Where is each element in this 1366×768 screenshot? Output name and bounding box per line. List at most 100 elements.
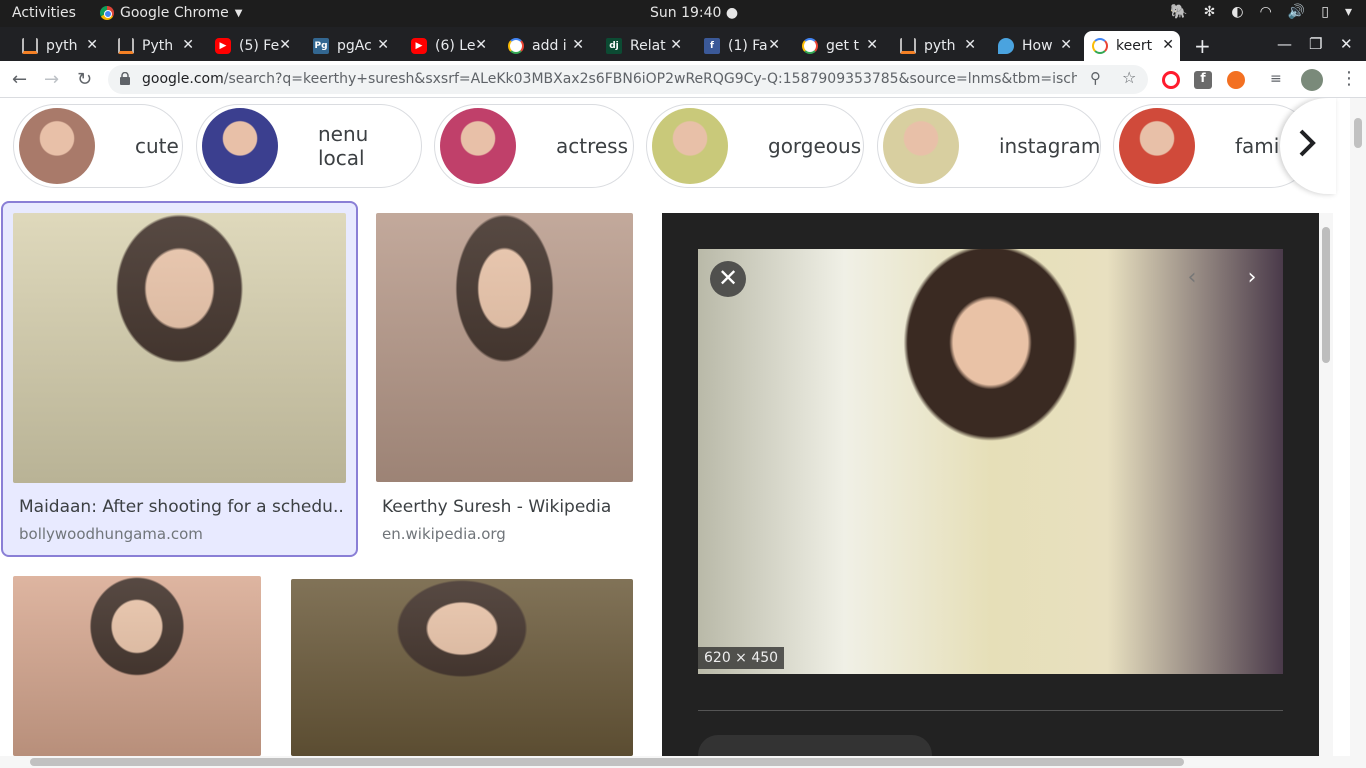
result-source: bollywoodhungama.com: [19, 525, 203, 543]
tab[interactable]: keert ✕: [1084, 31, 1180, 61]
stackoverflow-icon: [22, 38, 38, 54]
chip-nenu-local[interactable]: nenu local: [196, 104, 422, 188]
media-queue-icon[interactable]: ≡: [1270, 71, 1288, 89]
browser-toolbar: ← → ↻ google.com/search?q=keerthy+suresh…: [0, 61, 1366, 98]
battery-icon: ▯: [1321, 4, 1329, 20]
tab[interactable]: Pg pgAc ✕: [305, 31, 395, 61]
tab[interactable]: ▶ (6) Le ✕: [403, 31, 493, 61]
new-tab-icon[interactable]: +: [1194, 34, 1211, 58]
chip-thumbnail: [883, 108, 959, 184]
app-menu[interactable]: Google Chrome ▼: [100, 5, 242, 21]
postgres-icon[interactable]: 🐘: [1170, 4, 1187, 20]
facebook-extension-icon[interactable]: f: [1194, 71, 1212, 89]
power-menu-icon[interactable]: ▾: [1345, 4, 1352, 20]
chip-actress[interactable]: actress: [434, 104, 634, 188]
previous-arrow-icon[interactable]: ‹: [1178, 265, 1206, 293]
tab[interactable]: pyth ✕: [892, 31, 982, 61]
chip-instagram[interactable]: instagram: [877, 104, 1101, 188]
close-tab-icon[interactable]: ✕: [1060, 37, 1072, 53]
app-name: Google Chrome: [120, 5, 229, 21]
chip-label: nenu local: [318, 122, 369, 170]
url-text[interactable]: google.com/search?q=keerthy+suresh&sxsrf…: [142, 71, 1077, 87]
tab[interactable]: f (1) Fa ✕: [696, 31, 786, 61]
preview-image[interactable]: [698, 249, 1283, 674]
close-tab-icon[interactable]: ✕: [572, 37, 584, 53]
drop-icon: [998, 38, 1014, 54]
result-thumbnail[interactable]: [13, 213, 346, 483]
extension-icon[interactable]: [1227, 71, 1245, 89]
youtube-icon: ▶: [215, 38, 231, 54]
chip-gorgeous[interactable]: gorgeous: [646, 104, 864, 188]
clock[interactable]: Sun 19:40 ●: [650, 5, 738, 21]
chevron-right-icon: [1299, 129, 1316, 157]
stackoverflow-icon: [118, 38, 134, 54]
close-window-icon[interactable]: ✕: [1340, 35, 1353, 53]
chrome-menu-icon[interactable]: ⋮: [1340, 68, 1358, 89]
tab[interactable]: Pyth ✕: [110, 31, 200, 61]
tab[interactable]: pyth ✕: [14, 31, 104, 61]
chip-label: gorgeous: [768, 134, 862, 158]
close-tab-icon[interactable]: ✕: [279, 37, 291, 53]
stackoverflow-icon: [900, 38, 916, 54]
volume-icon: 🔊: [1287, 4, 1306, 20]
next-arrow-icon[interactable]: ›: [1238, 265, 1266, 293]
close-tab-icon[interactable]: ✕: [866, 37, 878, 53]
chip-label: actress: [556, 134, 629, 158]
bookmark-star-icon[interactable]: ☆: [1122, 68, 1136, 87]
minimize-icon[interactable]: —: [1277, 35, 1292, 53]
tab[interactable]: add i ✕: [500, 31, 590, 61]
tab-strip: pyth ✕ Pyth ✕ ▶ (5) Fe ✕ Pg pgAc ✕ ▶ (6) Le ✕ add i ✕ d…: [0, 27, 1366, 61]
forward-arrow-icon[interactable]: →: [44, 69, 59, 90]
google-icon: [802, 38, 818, 54]
preview-scrollbar-thumb[interactable]: [1322, 227, 1330, 363]
back-arrow-icon[interactable]: ←: [12, 69, 27, 90]
chip-thumbnail: [440, 108, 516, 184]
close-tab-icon[interactable]: ✕: [86, 37, 98, 53]
tab[interactable]: dj Relat ✕: [598, 31, 688, 61]
chip-thumbnail: [19, 108, 95, 184]
close-tab-icon[interactable]: ✕: [475, 37, 487, 53]
horizontal-scrollbar-thumb[interactable]: [30, 758, 1184, 766]
close-tab-icon[interactable]: ✕: [670, 37, 682, 53]
result-thumbnail[interactable]: [376, 213, 633, 482]
opera-extension-icon[interactable]: [1162, 71, 1180, 89]
tab[interactable]: ▶ (5) Fe ✕: [207, 31, 297, 61]
close-tab-icon[interactable]: ✕: [377, 37, 389, 53]
profile-avatar[interactable]: [1301, 69, 1323, 91]
chip-thumbnail: [652, 108, 728, 184]
page-horizontal-scrollbar[interactable]: [0, 756, 1366, 768]
result-source: en.wikipedia.org: [382, 525, 506, 543]
close-preview-icon[interactable]: ✕: [710, 261, 746, 297]
image-preview-panel: ✕ ‹ › 620 × 450: [662, 213, 1319, 768]
zoom-search-icon[interactable]: ⚲: [1090, 69, 1101, 87]
close-tab-icon[interactable]: ✕: [768, 37, 780, 53]
chip-thumbnail: [1119, 108, 1195, 184]
facebook-icon: f: [704, 38, 720, 54]
activities-button[interactable]: Activities: [12, 5, 76, 21]
close-tab-icon[interactable]: ✕: [1162, 37, 1174, 53]
chip-cute[interactable]: cute: [13, 104, 183, 188]
vertical-scrollbar-thumb[interactable]: [1354, 118, 1362, 148]
tab[interactable]: How ✕: [990, 31, 1078, 61]
result-title[interactable]: Maidaan: After shooting for a schedu...: [19, 497, 344, 517]
settings-gear-icon[interactable]: ✻: [1204, 4, 1216, 20]
system-tray[interactable]: 🐘 ✻ ◐ ◠ 🔊 ▯ ▾: [1170, 4, 1352, 20]
chip-label: instagram: [999, 134, 1101, 158]
result-title[interactable]: Keerthy Suresh - Wikipedia: [382, 497, 632, 517]
image-dimensions: 620 × 450: [698, 647, 785, 669]
lock-icon: [120, 72, 130, 85]
address-bar[interactable]: google.com/search?q=keerthy+suresh&sxsrf…: [108, 65, 1148, 94]
google-icon: [508, 38, 524, 54]
result-thumbnail[interactable]: [13, 576, 261, 756]
chip-label: cute: [135, 134, 179, 158]
page-vertical-scrollbar[interactable]: [1350, 98, 1366, 756]
result-thumbnail[interactable]: [291, 579, 633, 756]
tab[interactable]: get t ✕: [794, 31, 884, 61]
reload-icon[interactable]: ↻: [77, 69, 92, 90]
maximize-icon[interactable]: ❐: [1309, 35, 1322, 53]
close-tab-icon[interactable]: ✕: [964, 37, 976, 53]
close-tab-icon[interactable]: ✕: [182, 37, 194, 53]
preview-scrollbar[interactable]: [1319, 213, 1333, 768]
chip-thumbnail: [202, 108, 278, 184]
django-icon: dj: [606, 38, 622, 54]
